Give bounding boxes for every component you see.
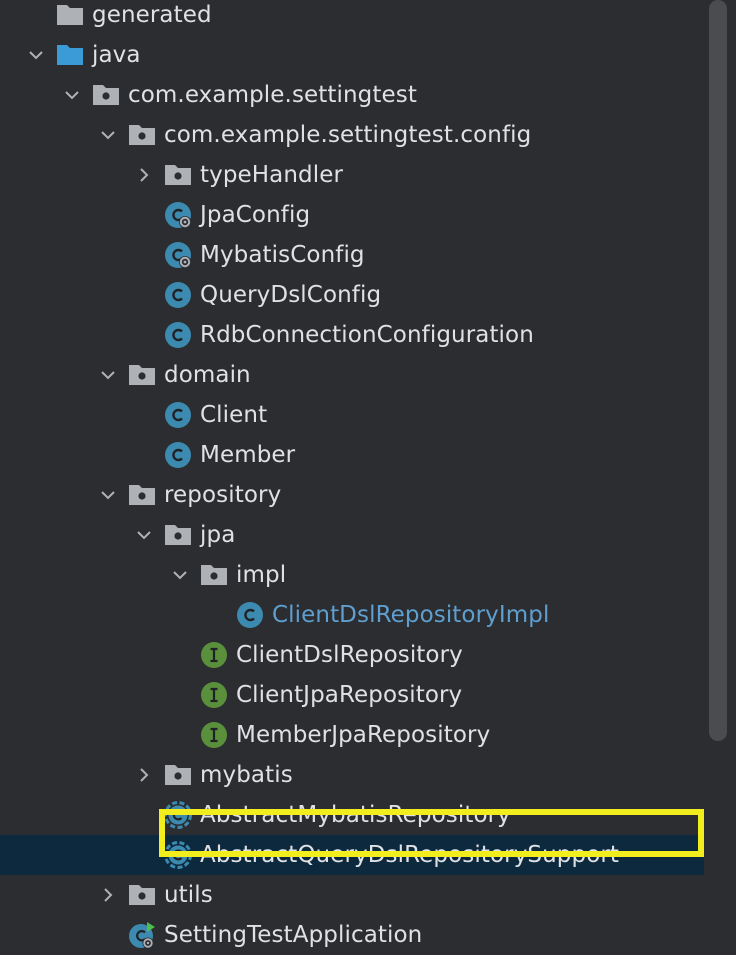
tree-row-client[interactable]: Client <box>0 395 704 435</box>
scrollbar-thumb[interactable] <box>709 0 727 741</box>
tree-row-label: JpaConfig <box>200 202 311 228</box>
package-icon <box>128 361 156 389</box>
config-class-icon <box>164 201 192 229</box>
tree-row-label: ClientDslRepository <box>236 642 463 668</box>
class-icon <box>164 441 192 469</box>
tree-row-label: Client <box>200 402 268 428</box>
tree-row-label: MemberJpaRepository <box>236 722 491 748</box>
tree-row-label: domain <box>164 362 251 388</box>
tree-row-label: MybatisConfig <box>200 242 365 268</box>
chevron-right-icon[interactable] <box>100 887 116 903</box>
tree-row-generated[interactable]: generated <box>0 0 704 35</box>
tree-row-label: mybatis <box>200 762 293 788</box>
chevron-down-icon[interactable] <box>172 567 188 583</box>
tree-row-label: impl <box>236 562 287 588</box>
chevron-down-icon[interactable] <box>100 367 116 383</box>
spring-app-class-icon <box>128 921 156 949</box>
project-tree: generated java com.example.settingtest com.… <box>0 0 704 949</box>
interface-icon <box>200 721 228 749</box>
class-icon <box>164 321 192 349</box>
interface-icon <box>200 681 228 709</box>
tree-row-mybatis[interactable]: mybatis <box>0 755 704 795</box>
tree-row-repository[interactable]: repository <box>0 475 704 515</box>
chevron-down-icon[interactable] <box>64 87 80 103</box>
tree-row-label: repository <box>164 482 282 508</box>
chevron-down-icon[interactable] <box>28 47 44 63</box>
folder-gray-icon <box>56 1 84 29</box>
tree-row-label: com.example.settingtest.config <box>164 122 532 148</box>
highlight-annotation-box <box>159 809 704 857</box>
chevron-down-icon[interactable] <box>136 527 152 543</box>
config-class-icon <box>164 241 192 269</box>
tree-row-label: utils <box>164 882 213 908</box>
tree-row-clientjparepository[interactable]: ClientJpaRepository <box>0 675 704 715</box>
tree-row-typehandler[interactable]: typeHandler <box>0 155 704 195</box>
tree-row-label: QueryDslConfig <box>200 282 382 308</box>
tree-row-jpaconfig[interactable]: JpaConfig <box>0 195 704 235</box>
tree-row-label: typeHandler <box>200 162 344 188</box>
tree-row-label: com.example.settingtest <box>128 82 417 108</box>
tree-row-label: ClientDslRepositoryImpl <box>272 602 550 628</box>
tree-row-impl[interactable]: impl <box>0 555 704 595</box>
tree-row-querydslconfig[interactable]: QueryDslConfig <box>0 275 704 315</box>
package-icon <box>92 81 120 109</box>
tree-row-member[interactable]: Member <box>0 435 704 475</box>
package-icon <box>164 521 192 549</box>
chevron-down-icon[interactable] <box>100 487 116 503</box>
tree-row-mybatisconfig[interactable]: MybatisConfig <box>0 235 704 275</box>
tree-row-label: SettingTestApplication <box>164 922 423 948</box>
tree-row-label: ClientJpaRepository <box>236 682 463 708</box>
tree-row-label: java <box>92 42 141 68</box>
tree-row-domain[interactable]: domain <box>0 355 704 395</box>
tree-row-utils[interactable]: utils <box>0 875 704 915</box>
tree-row-com-example-settingtest[interactable]: com.example.settingtest <box>0 75 704 115</box>
tree-row-jpa[interactable]: jpa <box>0 515 704 555</box>
tree-row-label: Member <box>200 442 296 468</box>
tree-row-label: generated <box>92 2 212 28</box>
chevron-right-icon[interactable] <box>136 167 152 183</box>
package-icon <box>128 481 156 509</box>
tree-row-clientdslrepositoryimpl[interactable]: ClientDslRepositoryImpl <box>0 595 704 635</box>
chevron-down-icon[interactable] <box>100 127 116 143</box>
folder-blue-icon <box>56 41 84 69</box>
interface-icon <box>200 641 228 669</box>
class-icon <box>164 281 192 309</box>
package-icon <box>128 881 156 909</box>
tree-row-java[interactable]: java <box>0 35 704 75</box>
class-icon <box>236 601 264 629</box>
tree-row-clientdslrepository[interactable]: ClientDslRepository <box>0 635 704 675</box>
chevron-right-icon[interactable] <box>136 767 152 783</box>
tree-row-memberjparepository[interactable]: MemberJpaRepository <box>0 715 704 755</box>
tree-row-label: RdbConnectionConfiguration <box>200 322 534 348</box>
package-icon <box>164 161 192 189</box>
tree-row-label: jpa <box>200 522 236 548</box>
package-icon <box>164 761 192 789</box>
tree-row-rdbconnectionconfiguration[interactable]: RdbConnectionConfiguration <box>0 315 704 355</box>
tree-row-com-example-settingtest-config[interactable]: com.example.settingtest.config <box>0 115 704 155</box>
package-icon <box>128 121 156 149</box>
tree-row-settingtestapplication[interactable]: SettingTestApplication <box>0 915 704 955</box>
class-icon <box>164 401 192 429</box>
package-icon <box>200 561 228 589</box>
